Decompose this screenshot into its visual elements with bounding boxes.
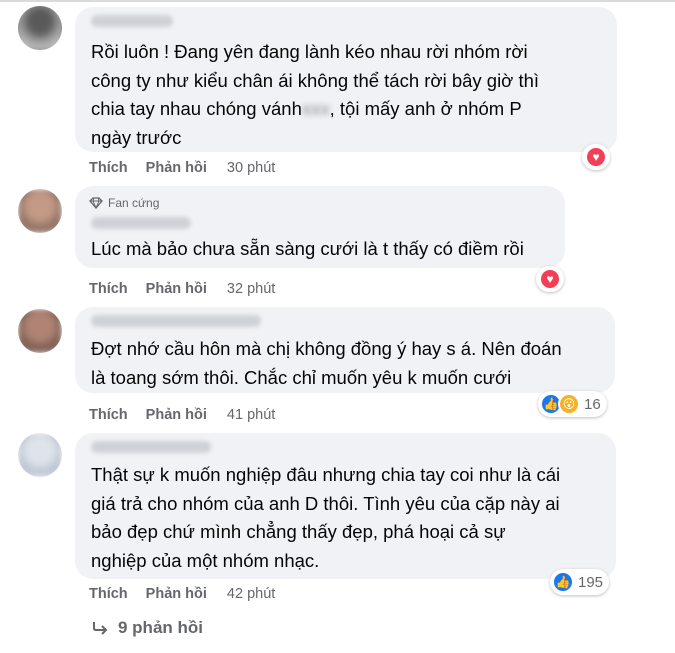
reaction-count: 195: [578, 573, 604, 591]
comment-line: chia tay nhau chóng vánhxxx, tội mấy anh…: [91, 95, 539, 124]
avatar[interactable]: [18, 189, 62, 233]
comment-text: Lúc mà bảo chưa sẵn sàng cưới là t thấy …: [91, 235, 524, 264]
badge-label: Fan cứng: [108, 196, 160, 210]
comment-line: bảo đẹp chứ mình chẳng thấy đẹp, phá hoạ…: [91, 521, 506, 542]
reaction-count: 16: [584, 395, 601, 413]
avatar[interactable]: [18, 6, 62, 50]
comment-actions: Thích Phản hồi 32 phút: [89, 281, 275, 297]
comment-line: Đợt nhớ cầu hôn mà chị không đồng ý hay …: [91, 338, 562, 359]
reaction-summary[interactable]: 👍 😮 16: [538, 391, 607, 417]
comment-actions: Thích Phản hồi 30 phút: [89, 160, 275, 176]
fan-badge[interactable]: Fan cứng: [89, 196, 159, 210]
like-button[interactable]: Thích: [89, 407, 128, 423]
comment-bubble: Fan cứng Lúc mà bảo chưa sẵn sàng cưới l…: [75, 186, 565, 268]
avatar[interactable]: [18, 309, 62, 353]
reply-button[interactable]: Phản hồi: [146, 160, 207, 176]
comment-actions: Thích Phản hồi 41 phút: [89, 407, 275, 423]
like-button[interactable]: Thích: [89, 281, 128, 297]
author-name-redacted[interactable]: [91, 441, 211, 453]
comment-line: nghiệp của một nhóm nhạc.: [91, 549, 320, 571]
reaction-summary[interactable]: ♥: [536, 266, 564, 292]
reaction-summary[interactable]: ♥: [582, 144, 610, 170]
heart-reaction-icon: ♥: [585, 146, 607, 168]
comment-timestamp[interactable]: 41 phút: [227, 407, 275, 423]
reply-button[interactable]: Phản hồi: [146, 407, 207, 423]
comment-bubble: Rồi luôn ! Đang yên đang lành kéo nhau r…: [75, 7, 617, 152]
comment-actions: Thích Phản hồi 42 phút: [89, 586, 275, 602]
view-more-replies-link[interactable]: 9 phản hồi: [92, 618, 203, 638]
like-button[interactable]: Thích: [89, 160, 128, 176]
avatar[interactable]: [18, 433, 62, 477]
wow-reaction-icon: 😮: [558, 393, 580, 415]
reply-button[interactable]: Phản hồi: [146, 586, 207, 602]
comment-text: Đợt nhớ cầu hôn mà chị không đồng ý hay …: [91, 335, 562, 392]
comment-text: Thật sự k muốn nghiệp đâu nhưng chia tay…: [91, 461, 560, 575]
reaction-summary[interactable]: 👍 195: [550, 569, 610, 595]
redacted-word: xxx: [301, 98, 330, 119]
like-button[interactable]: Thích: [89, 586, 128, 602]
comment-line: Thật sự k muốn nghiệp đâu nhưng chia tay…: [91, 464, 561, 485]
comment-timestamp[interactable]: 32 phút: [227, 281, 275, 297]
comment-bubble: Thật sự k muốn nghiệp đâu nhưng chia tay…: [75, 433, 616, 579]
comment-bubble: Đợt nhớ cầu hôn mà chị không đồng ý hay …: [75, 307, 615, 393]
more-replies-label: 9 phản hồi: [118, 618, 203, 637]
diamond-icon: [89, 197, 103, 209]
comment-line: giá trả cho nhóm của anh D thôi. Tình yê…: [91, 492, 560, 514]
like-reaction-icon: 👍: [552, 571, 574, 593]
comment-line: Lúc mà bảo chưa sẵn sàng cưới là t thấy …: [91, 238, 524, 259]
reply-button[interactable]: Phản hồi: [146, 281, 207, 297]
comment-line: Rồi luôn ! Đang yên đang lành kéo nhau r…: [91, 41, 528, 62]
comment-timestamp[interactable]: 30 phút: [227, 160, 275, 176]
author-name-redacted[interactable]: [91, 315, 261, 327]
comment-line: là toang sớm thôi. Chắc chỉ muốn yêu k m…: [91, 366, 512, 388]
reply-arrow-icon: [93, 622, 108, 635]
comment-line-part: chia tay nhau chóng vánh: [91, 98, 302, 119]
author-name-redacted[interactable]: [91, 15, 173, 27]
heart-reaction-icon: ♥: [539, 268, 561, 290]
comment-text: Rồi luôn ! Đang yên đang lành kéo nhau r…: [91, 38, 539, 152]
comment-1: Rồi luôn ! Đang yên đang lành kéo nhau r…: [0, 0, 675, 176]
comment-line: công ty như kiểu chân ái không thể tách …: [91, 69, 540, 91]
comment-line: ngày trước: [91, 126, 182, 148]
author-name-redacted[interactable]: [91, 217, 191, 229]
comment-line-part: , tội mấy anh ở nhóm P: [329, 98, 522, 119]
comment-timestamp[interactable]: 42 phút: [227, 586, 275, 602]
